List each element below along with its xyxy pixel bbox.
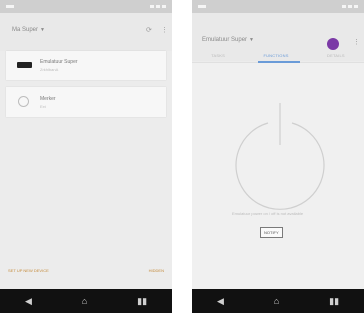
device-detail-screen: Emulatuur Super ▼ ⋮ Tasks Functions Detai…: [192, 0, 364, 313]
overflow-menu-icon[interactable]: ⋮: [161, 26, 168, 34]
signal-icon: [150, 5, 154, 8]
status-bar: [192, 0, 364, 13]
tab-functions[interactable]: Functions: [263, 53, 288, 58]
status-bar: [0, 0, 172, 13]
device-card[interactable]: Merker Ext: [6, 87, 166, 117]
notify-button[interactable]: NOTIFY: [260, 227, 283, 238]
battery-icon: [354, 5, 358, 8]
app-bar: Ma Super ▼ ⟳ ⋮: [0, 13, 172, 51]
hidden-devices-link[interactable]: HIDDEN: [149, 268, 164, 273]
refresh-icon[interactable]: ⟳: [146, 26, 152, 34]
device-list-screen: Ma Super ▼ ⟳ ⋮ Emulatuur Super ZrkhlbanA …: [0, 0, 172, 313]
app-title: Emulatuur Super: [202, 37, 248, 43]
status-message: Emulatuur power on / off is not availabl…: [232, 211, 304, 216]
device-subtitle: ZrkhlbanA: [40, 67, 59, 72]
notification-icon: [6, 5, 14, 8]
tab-details[interactable]: Details: [327, 53, 345, 58]
device-subtitle: Ext: [40, 104, 46, 109]
recents-icon[interactable]: ▮▮: [329, 296, 339, 307]
wifi-icon: [156, 5, 160, 8]
account-switcher[interactable]: Ma Super ▼: [12, 27, 45, 33]
system-nav-bar: ◀ ⌂ ▮▮: [192, 289, 364, 313]
tab-tasks[interactable]: Tasks: [211, 53, 225, 58]
functions-panel: Emulatuur power on / off is not availabl…: [192, 63, 364, 289]
device-name: Emulatuur Super: [40, 59, 78, 65]
notification-icon: [198, 5, 206, 8]
home-icon[interactable]: ⌂: [82, 296, 87, 306]
recents-icon[interactable]: ▮▮: [137, 296, 147, 307]
back-icon[interactable]: ◀: [217, 296, 224, 307]
bottom-actions: SET UP NEW DEVICE HIDDEN: [0, 268, 172, 276]
device-card[interactable]: Emulatuur Super ZrkhlbanA: [6, 51, 166, 80]
app-title: Ma Super: [12, 27, 39, 33]
system-nav-bar: ◀ ⌂ ▮▮: [0, 289, 172, 313]
device-icon: [17, 62, 32, 68]
overflow-menu-icon[interactable]: ⋮: [353, 38, 360, 46]
chevron-down-icon: ▼: [40, 27, 45, 33]
power-icon[interactable]: [192, 63, 364, 233]
chevron-down-icon: ▼: [249, 37, 254, 43]
setup-device-link[interactable]: SET UP NEW DEVICE: [8, 268, 49, 273]
battery-icon: [162, 5, 166, 8]
home-icon[interactable]: ⌂: [274, 296, 279, 306]
signal-icon: [342, 5, 346, 8]
device-name: Merker: [40, 96, 56, 102]
back-icon[interactable]: ◀: [25, 296, 32, 307]
bulb-icon: [18, 96, 29, 107]
wifi-icon: [348, 5, 352, 8]
device-switcher[interactable]: Emulatuur Super ▼: [202, 37, 254, 43]
